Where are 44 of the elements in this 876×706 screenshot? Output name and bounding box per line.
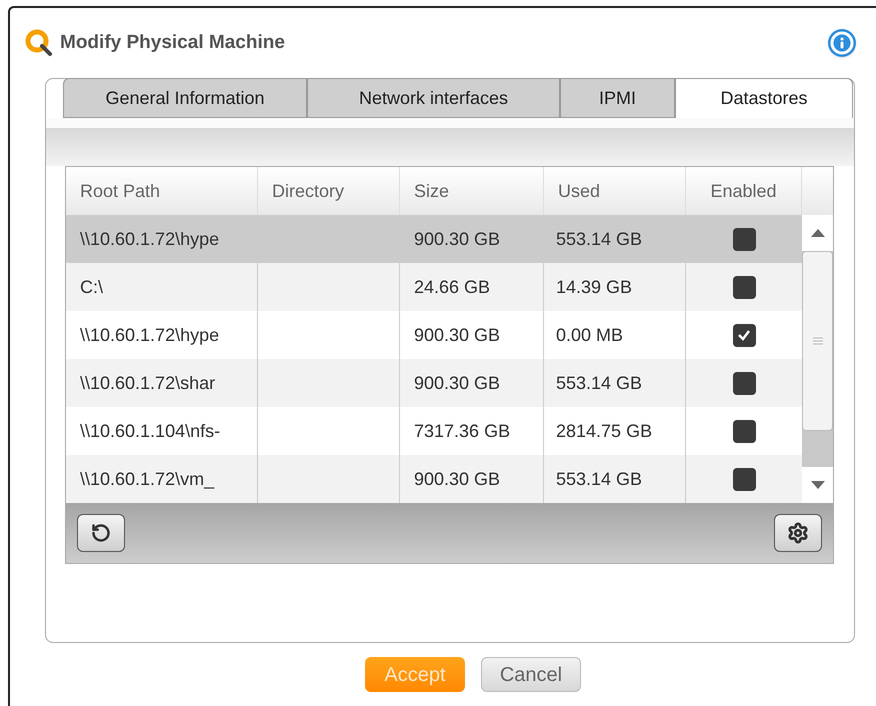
table-row[interactable]: \\10.60.1.72\vm_ 900.30 GB 553.14 GB [66,455,802,503]
table-cell-text: 900.30 GB [414,228,500,250]
down-arrow-icon[interactable] [810,481,824,489]
dialog-title: Modify Physical Machine [60,30,285,55]
table-cell-text: \\10.60.1.104\nfs- [80,420,220,442]
table-cell-text: C:\ [80,276,104,298]
grip-icon [812,337,822,345]
table-cell-text: 14.39 GB [556,276,632,298]
table-cell-text: 0.00 MB [556,324,624,346]
table-cell-text: 2814.75 GB [556,420,652,442]
table-row[interactable]: C:\ 24.66 GB 14.39 GB [66,263,802,311]
refresh-button[interactable] [77,514,125,552]
table-row[interactable]: \\10.60.1.72\hype 900.30 GB 553.14 GB [66,215,802,263]
table-cell-text: \\10.60.1.72\hype [80,228,220,251]
checkbox[interactable] [732,324,756,346]
table-cell-text: 553.14 GB [556,228,642,250]
cancel-button[interactable]: Cancel [481,657,581,692]
table-cell-text: \\10.60.1.72\vm_ [80,468,214,490]
up-arrow-icon[interactable] [810,229,824,237]
logo-icon [24,28,54,58]
table-cell-text: \\10.60.1.72\shar [80,372,216,394]
settings-icon [787,522,809,544]
tab[interactable]: Network interfaces [307,78,560,118]
checkbox[interactable] [732,228,756,250]
table-cell-text: 553.14 GB [556,468,642,490]
table-cell-text: 900.30 GB [414,468,500,490]
checkbox[interactable] [732,420,756,442]
table-cell-text: \\10.60.1.72\hype [80,324,220,347]
table-cell-text: 7317.36 GB [414,420,510,442]
table-cell-text: 900.30 GB [414,372,500,394]
checkbox[interactable] [732,372,756,394]
tab[interactable]: IPMI [560,78,675,118]
scrollbar[interactable] [802,215,833,503]
table-row[interactable]: \\10.60.1.72\shar 900.30 GB 553.14 GB [66,359,802,407]
refresh-icon [91,523,111,543]
checkbox[interactable] [732,468,756,490]
table-cell-text: 553.14 GB [556,372,642,394]
settings-button[interactable] [774,514,822,552]
info-icon[interactable] [828,29,856,57]
table-cell-text: 24.66 GB [414,276,490,298]
table-cell-text: 900.30 GB [414,324,500,346]
checkbox[interactable] [732,276,756,298]
tab[interactable]: General Information [63,78,307,118]
tab[interactable]: Datastores [675,78,853,118]
